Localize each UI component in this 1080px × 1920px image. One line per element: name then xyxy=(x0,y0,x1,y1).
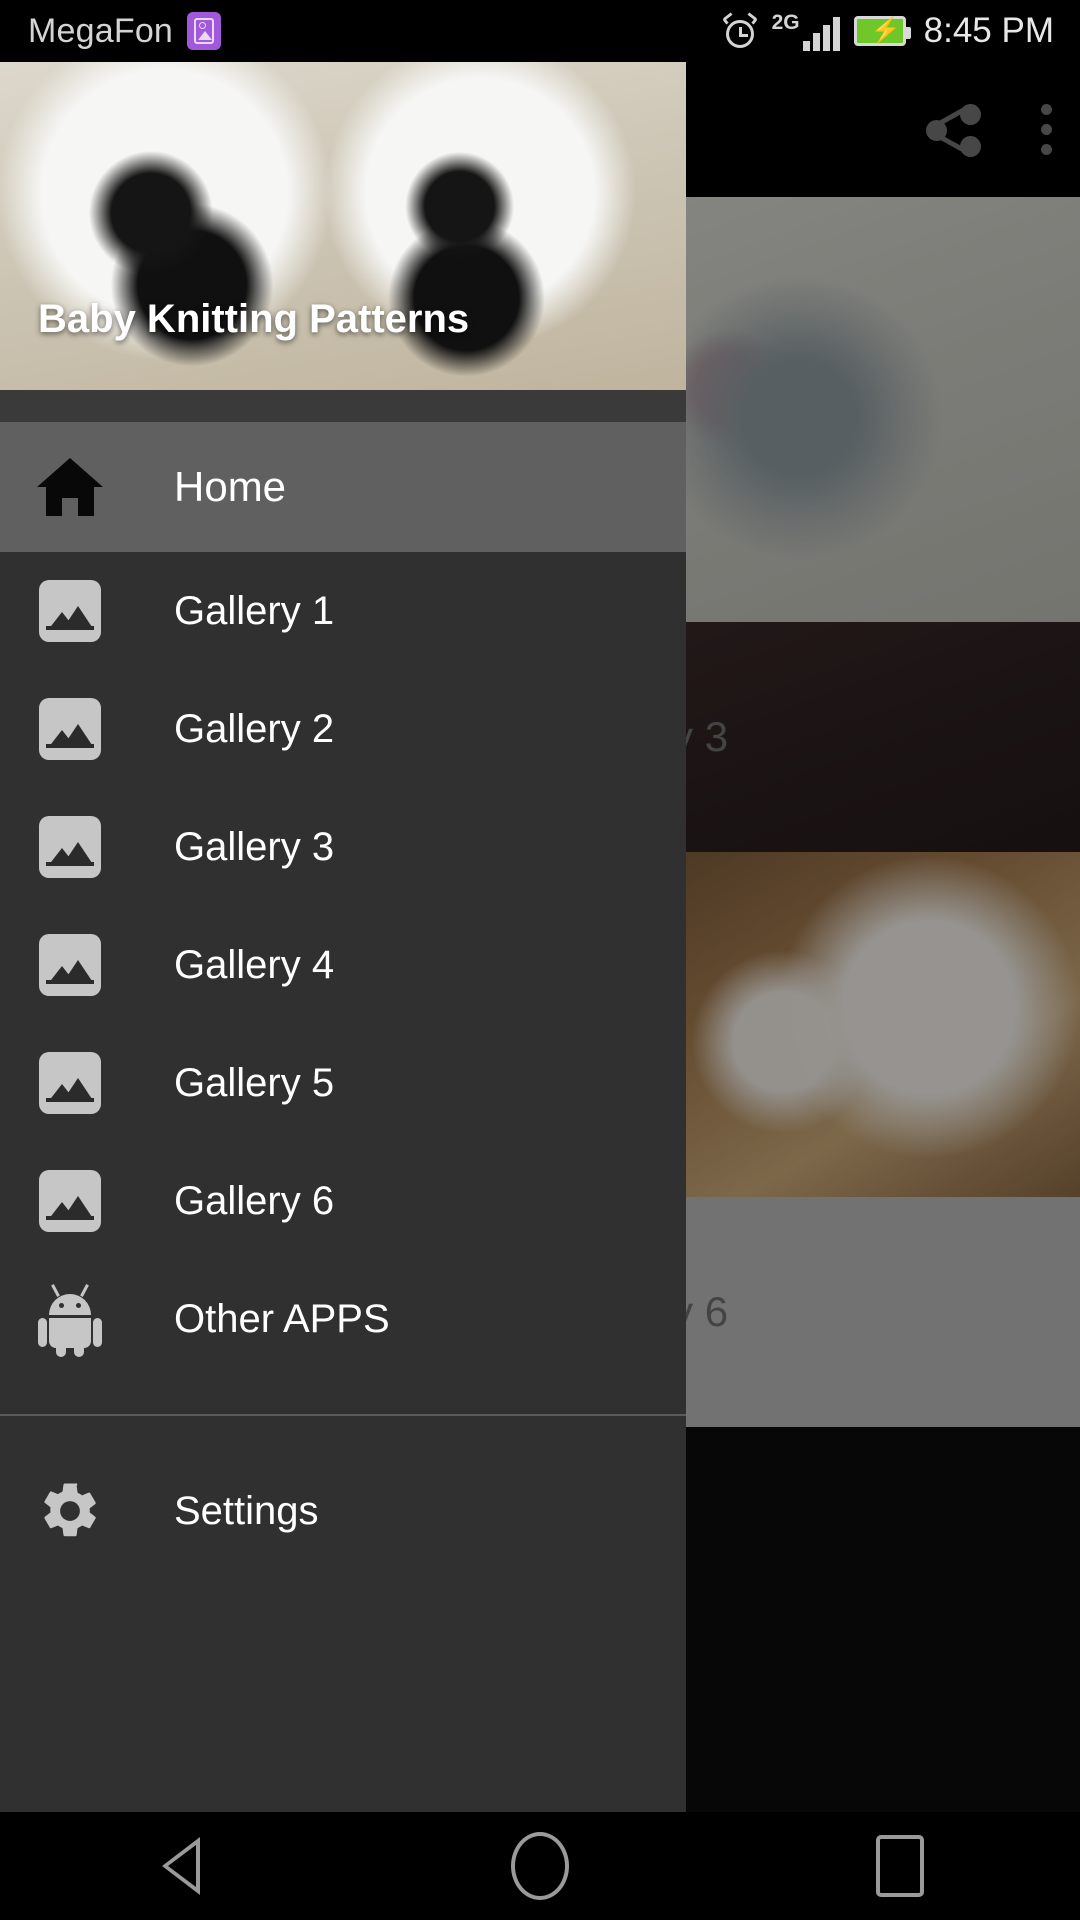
system-navigation-bar xyxy=(0,1812,1080,1920)
clock-label: 8:45 PM xyxy=(923,11,1054,50)
sidebar-item-gallery-1[interactable]: Gallery 1 xyxy=(0,552,686,670)
phone-screen: MegaFon 2G ⚡ 8:45 PM 3 6 Baby Knitting P… xyxy=(0,0,1080,1920)
status-bar: MegaFon 2G ⚡ 8:45 PM xyxy=(0,0,1080,62)
drawer-spacer-2 xyxy=(0,1416,686,1452)
drawer-header-divider xyxy=(0,390,686,422)
sidebar-item-home[interactable]: Home xyxy=(0,422,686,552)
sidebar-item-gallery-4[interactable]: Gallery 4 xyxy=(0,906,686,1024)
image-icon xyxy=(22,816,118,878)
drawer-title: Baby Knitting Patterns xyxy=(38,297,470,341)
home-circle-icon xyxy=(511,1832,569,1900)
sim-card-icon xyxy=(187,12,222,50)
home-icon xyxy=(22,458,118,516)
home-button[interactable] xyxy=(460,1812,620,1920)
sidebar-item-gallery-6[interactable]: Gallery 6 xyxy=(0,1142,686,1260)
sidebar-item-label: Gallery 4 xyxy=(174,942,335,987)
image-icon xyxy=(22,1170,118,1232)
battery-charging-icon: ⚡ xyxy=(853,16,911,46)
alarm-clock-icon xyxy=(721,12,758,49)
back-button[interactable] xyxy=(100,1812,260,1920)
recents-square-icon xyxy=(876,1835,924,1897)
sidebar-item-label: Gallery 1 xyxy=(174,588,335,633)
navigation-drawer: Baby Knitting Patterns Home Gallery 1 Ga… xyxy=(0,62,686,1857)
sidebar-item-settings[interactable]: Settings xyxy=(0,1452,686,1570)
network-type-label: 2G xyxy=(771,10,800,34)
gear-icon xyxy=(22,1478,118,1544)
sidebar-item-label: Gallery 2 xyxy=(174,706,335,751)
sidebar-item-gallery-2[interactable]: Gallery 2 xyxy=(0,670,686,788)
recents-button[interactable] xyxy=(820,1812,980,1920)
carrier-label: MegaFon xyxy=(28,11,174,50)
status-bar-icons: 2G ⚡ 8:45 PM xyxy=(721,11,1054,51)
signal-bars-icon: 2G xyxy=(772,12,840,51)
sidebar-item-label: Gallery 6 xyxy=(174,1178,335,1223)
sidebar-item-gallery-5[interactable]: Gallery 5 xyxy=(0,1024,686,1142)
sidebar-item-label: Home xyxy=(174,463,287,510)
image-icon xyxy=(22,1052,118,1114)
sidebar-item-gallery-3[interactable]: Gallery 3 xyxy=(0,788,686,906)
back-icon xyxy=(158,1832,202,1900)
android-icon xyxy=(22,1284,118,1357)
image-icon xyxy=(22,580,118,642)
sidebar-item-label: Gallery 5 xyxy=(174,1060,335,1105)
image-icon xyxy=(22,698,118,760)
sidebar-item-label: Gallery 3 xyxy=(174,824,335,869)
sidebar-item-other-apps[interactable]: Other APPS xyxy=(0,1260,686,1378)
image-icon xyxy=(22,934,118,996)
drawer-spacer xyxy=(0,1378,686,1414)
drawer-header: Baby Knitting Patterns xyxy=(0,62,686,390)
sidebar-item-label: Settings xyxy=(174,1488,319,1533)
sidebar-item-label: Other APPS xyxy=(174,1296,390,1341)
